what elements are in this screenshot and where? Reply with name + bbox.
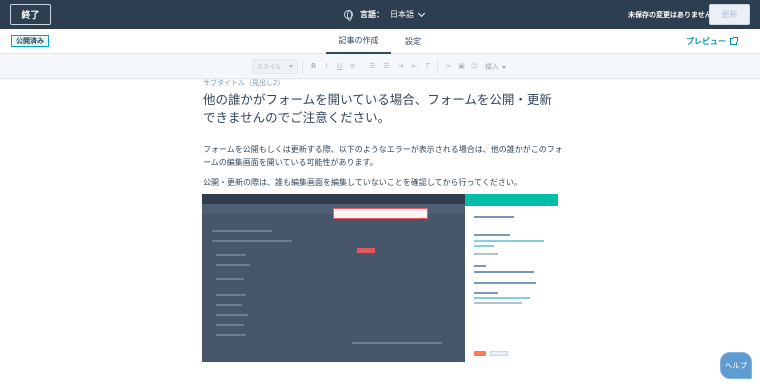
screenshot-line bbox=[474, 265, 486, 267]
screenshot-panel-header bbox=[465, 194, 558, 206]
bulleted-list-icon[interactable]: ☰ bbox=[368, 62, 377, 71]
subtitle-label: サブタイトル（見出し2） bbox=[203, 79, 285, 87]
embedded-screenshot-image[interactable] bbox=[202, 194, 558, 362]
rich-text-toolbar: スタイル B I U ≡ ☰ ☰ ⇥ ⇤ T ∞ ▣ ☺ 挿入 bbox=[0, 54, 760, 79]
language-value: 日本語 bbox=[390, 10, 414, 19]
screenshot-side-panel bbox=[465, 194, 558, 362]
article-paragraph[interactable]: 公開・更新の際は、誰も編集画面を編集していないことを確認してから行ってください。 bbox=[203, 176, 563, 189]
article-editor[interactable]: サブタイトル（見出し2） 他の誰かがフォームを開いている場合、フォームを公開・更… bbox=[0, 79, 760, 388]
help-button[interactable]: ヘルプ bbox=[720, 352, 752, 379]
screenshot-line bbox=[216, 314, 248, 316]
style-dropdown-value: スタイル bbox=[257, 64, 282, 71]
article-paragraph[interactable]: フォームを公開もしくは更新する際、以下のようなエラーが表示される場合は、他の誰か… bbox=[203, 143, 563, 169]
screenshot-line bbox=[474, 282, 536, 284]
screenshot-line bbox=[216, 254, 246, 256]
editor-tabs-bar: 公開済み 記事の作成 設定 プレビュー bbox=[0, 29, 760, 54]
save-status-text: 未保存の変更はありません bbox=[628, 11, 712, 19]
link-icon[interactable]: ∞ bbox=[444, 62, 453, 71]
screenshot-line bbox=[216, 278, 244, 280]
clear-format-icon[interactable]: T bbox=[423, 62, 432, 71]
external-link-icon bbox=[730, 37, 738, 45]
bold-icon[interactable]: B bbox=[309, 62, 318, 71]
language-label: 言語： bbox=[360, 10, 384, 19]
top-bar: 終了 言語： 日本語 未保存の変更はありません 更新 bbox=[0, 0, 760, 29]
screenshot-grey-button bbox=[490, 351, 508, 356]
screenshot-line bbox=[474, 240, 544, 242]
chevron-down-icon bbox=[417, 9, 426, 17]
update-button[interactable]: 更新 bbox=[709, 4, 750, 25]
outdent-icon[interactable]: ⇤ bbox=[410, 62, 419, 71]
image-icon[interactable]: ▣ bbox=[457, 62, 466, 71]
screenshot-line bbox=[474, 271, 534, 273]
screenshot-line bbox=[212, 230, 272, 232]
screenshot-red-button bbox=[357, 248, 375, 253]
screenshot-line bbox=[474, 245, 494, 247]
screenshot-line bbox=[474, 234, 510, 236]
error-toast bbox=[333, 208, 428, 219]
screenshot-line bbox=[474, 216, 514, 218]
toolbar-divider bbox=[302, 60, 303, 73]
tab-compose[interactable]: 記事の作成 bbox=[326, 29, 391, 54]
screenshot-line bbox=[474, 292, 498, 294]
screenshot-line bbox=[474, 302, 522, 304]
language-selector[interactable]: 言語： 日本語 bbox=[344, 8, 426, 21]
preview-label: プレビュー bbox=[686, 37, 726, 46]
underline-icon[interactable]: U bbox=[335, 62, 344, 71]
indent-icon[interactable]: ⇥ bbox=[396, 62, 405, 71]
screenshot-line bbox=[216, 294, 246, 296]
insert-label: 挿入 bbox=[485, 63, 499, 71]
tab-settings[interactable]: 設定 bbox=[395, 29, 431, 54]
screenshot-line bbox=[216, 334, 246, 336]
insert-dropdown[interactable]: 挿入 bbox=[485, 62, 506, 72]
caret-down-icon bbox=[289, 65, 293, 68]
align-icon[interactable]: ≡ bbox=[348, 62, 357, 71]
screenshot-line bbox=[352, 342, 442, 344]
status-badge: 公開済み bbox=[11, 35, 49, 47]
screenshot-header bbox=[202, 194, 465, 204]
article-heading[interactable]: 他の誰かがフォームを開いている場合、フォームを公開・更新できませんのでご注意くだ… bbox=[203, 91, 563, 127]
toolbar-divider bbox=[437, 60, 438, 73]
italic-icon[interactable]: I bbox=[322, 62, 331, 71]
screenshot-line bbox=[216, 324, 244, 326]
preview-link[interactable]: プレビュー bbox=[686, 36, 738, 47]
screenshot-line bbox=[474, 253, 498, 255]
exit-button[interactable]: 終了 bbox=[10, 4, 51, 25]
globe-icon bbox=[344, 10, 353, 21]
screenshot-line bbox=[216, 264, 250, 266]
emoji-icon[interactable]: ☺ bbox=[470, 62, 479, 71]
screenshot-orange-button bbox=[474, 351, 486, 356]
screenshot-line bbox=[216, 304, 242, 306]
numbered-list-icon[interactable]: ☰ bbox=[382, 62, 391, 71]
caret-down-icon bbox=[502, 65, 506, 69]
screenshot-line bbox=[474, 297, 530, 299]
screenshot-line bbox=[212, 240, 292, 242]
style-dropdown[interactable]: スタイル bbox=[252, 59, 298, 74]
